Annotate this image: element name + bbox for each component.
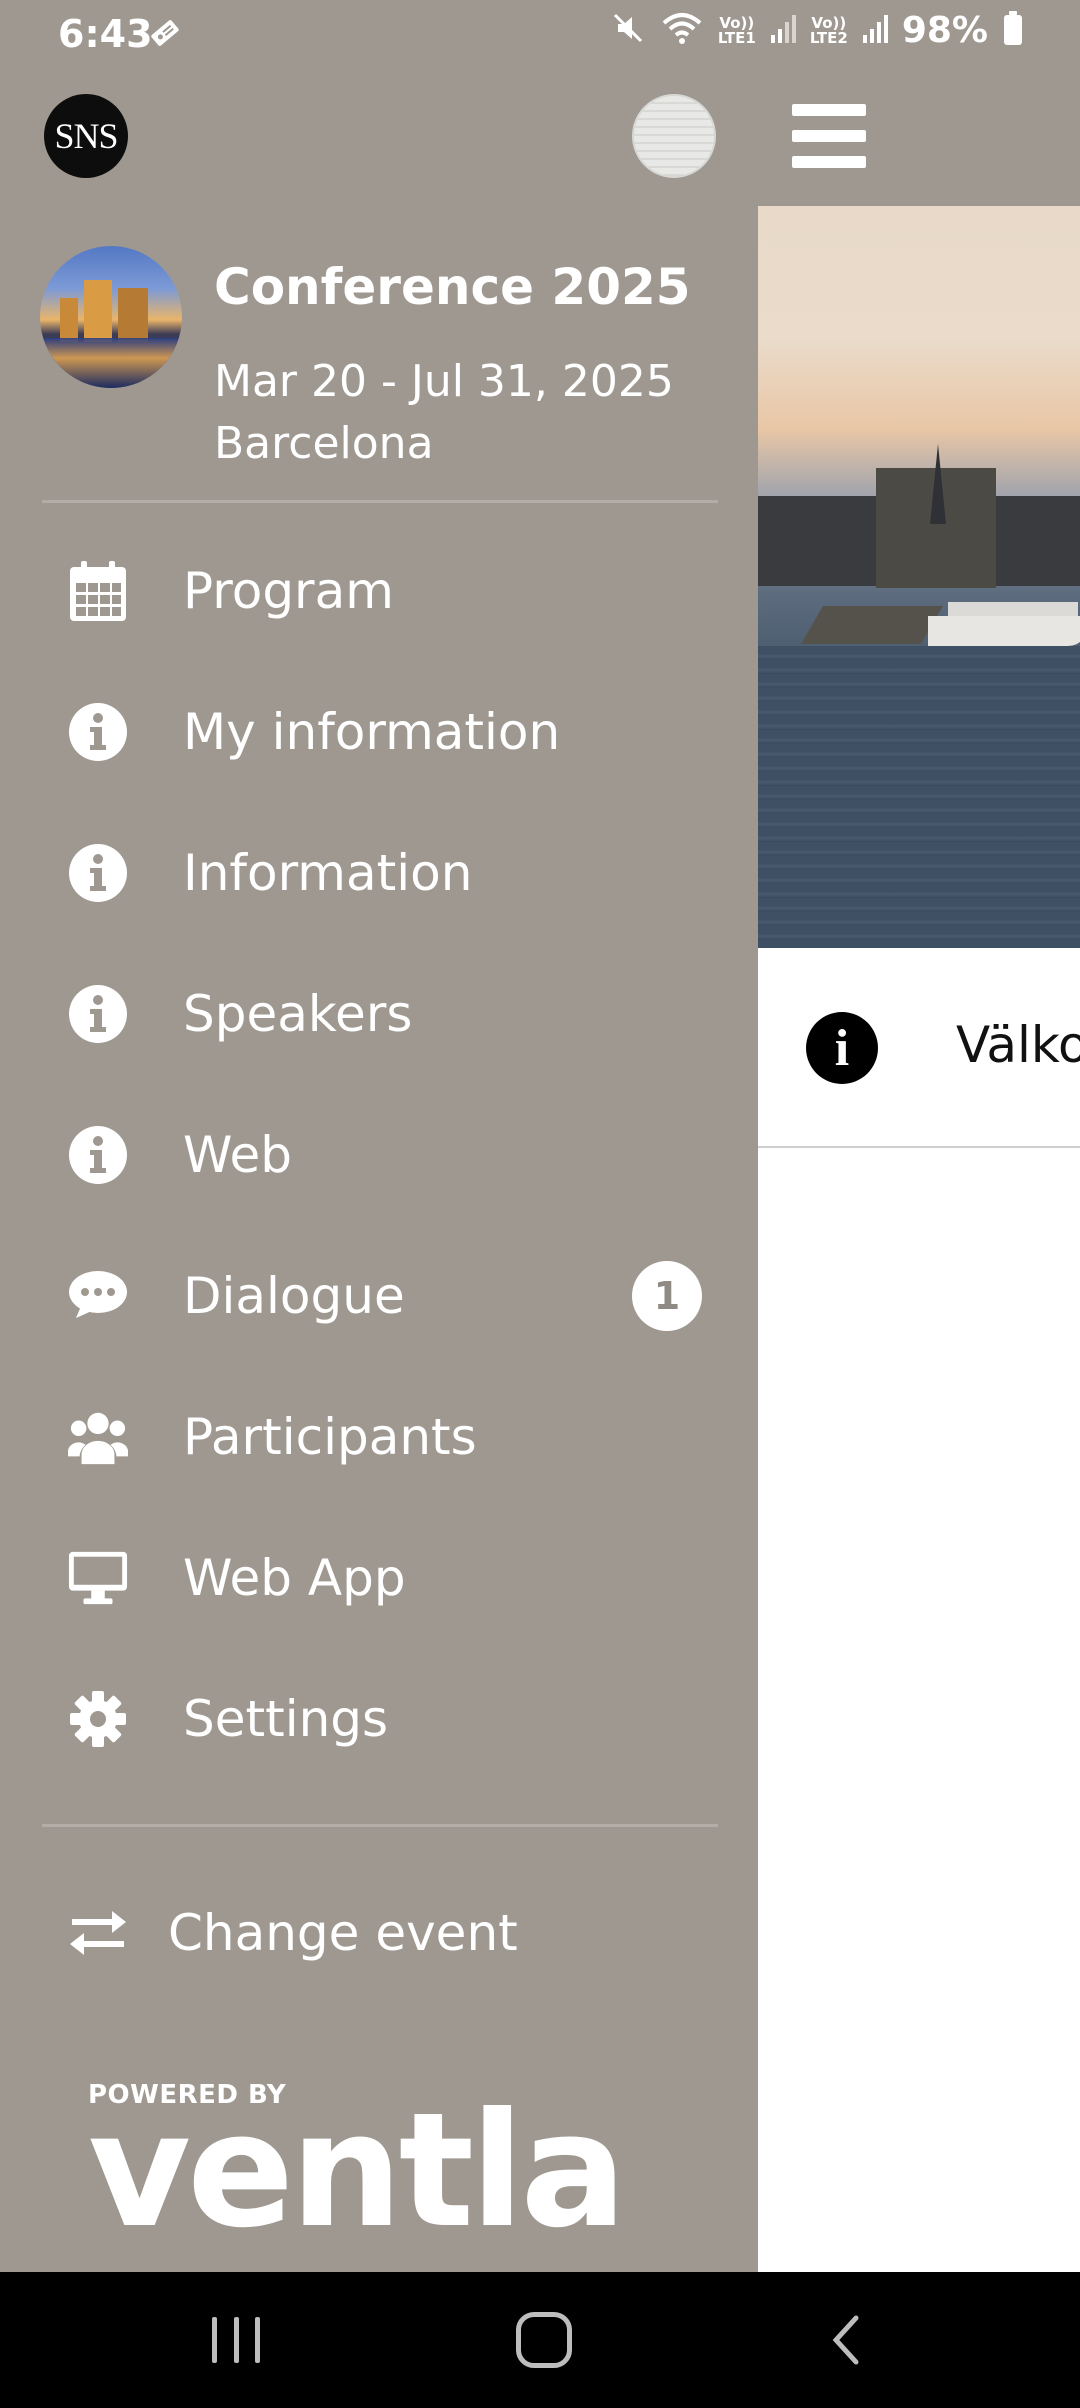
app-screen: 6:43 Vo)) LTE1 Vo)) LTE2 98% SNS i Välko… xyxy=(0,0,1080,2272)
recents-icon xyxy=(212,2317,217,2363)
swap-arrows-icon xyxy=(68,1903,128,1963)
chat-bubble-icon xyxy=(68,1266,128,1326)
main-content: i Välkommen xyxy=(758,206,1080,2272)
dialogue-unread-badge: 1 xyxy=(632,1260,702,1331)
event-location: Barcelona xyxy=(214,418,434,469)
nav-item-participants[interactable]: Participants xyxy=(0,1366,758,1507)
powered-by-ventla: POWERED BY ventla xyxy=(88,2079,627,2263)
nav-label-information: Information xyxy=(183,843,473,902)
event-title: Conference 2025 xyxy=(214,258,691,316)
hamburger-line xyxy=(792,104,866,116)
wifi-icon xyxy=(660,10,704,51)
calendar-icon xyxy=(68,560,128,621)
network-lte1: Vo)) LTE1 xyxy=(717,15,756,47)
battery-percent: 98% xyxy=(901,10,988,51)
hamburger-line xyxy=(792,156,866,168)
welcome-text: Välkommen xyxy=(956,1016,1080,1074)
monitor-icon xyxy=(68,1548,128,1608)
nav-label-dialogue: Dialogue xyxy=(183,1266,405,1325)
nav-label-participants: Participants xyxy=(183,1407,477,1466)
nav-item-dialogue[interactable]: Dialogue 1 xyxy=(0,1225,758,1366)
ventla-logo: ventla xyxy=(88,2079,627,2263)
thumb-building xyxy=(118,288,148,342)
users-icon xyxy=(68,1407,128,1467)
hamburger-line xyxy=(792,130,866,142)
divider xyxy=(42,1824,718,1827)
status-bar: 6:43 Vo)) LTE1 Vo)) LTE2 98% xyxy=(0,0,1080,72)
network-lte2: Vo)) LTE2 xyxy=(809,15,848,47)
change-event-button[interactable]: Change event xyxy=(0,1868,758,1998)
thumb-building xyxy=(84,280,112,342)
logo-text: SNS xyxy=(54,116,118,156)
hero-water xyxy=(758,646,1080,948)
nav-item-web-app[interactable]: Web App xyxy=(0,1507,758,1648)
recents-icon xyxy=(255,2317,260,2363)
hero-ship xyxy=(928,616,1080,646)
signal-icon-2 xyxy=(862,11,888,50)
home-button[interactable] xyxy=(516,2312,572,2368)
network-lte2-bottom: LTE2 xyxy=(809,28,848,47)
nav-label-web: Web xyxy=(183,1125,293,1184)
status-time: 6:43 xyxy=(58,12,153,56)
nav-item-speakers[interactable]: Speakers xyxy=(0,943,758,1084)
hamburger-menu-button[interactable] xyxy=(792,104,866,168)
event-header[interactable]: Conference 2025 Mar 20 - Jul 31, 2025 Ba… xyxy=(40,246,720,469)
nav-item-my-information[interactable]: My information xyxy=(0,661,758,802)
nav-item-settings[interactable]: Settings xyxy=(0,1648,758,1789)
info-icon xyxy=(68,843,128,903)
back-chevron-icon xyxy=(832,2315,859,2365)
nav-label-settings: Settings xyxy=(183,1689,389,1748)
nav-item-program[interactable]: Program xyxy=(0,520,758,661)
thumb-building xyxy=(60,298,78,342)
hero-quay xyxy=(801,606,943,644)
event-dates: Mar 20 - Jul 31, 2025 xyxy=(214,356,674,407)
recents-icon xyxy=(233,2317,239,2363)
change-event-label: Change event xyxy=(168,1904,518,1962)
info-icon: i xyxy=(806,1012,878,1084)
battery-icon xyxy=(1002,10,1024,51)
info-icon xyxy=(68,1125,128,1185)
hero-spire xyxy=(930,444,946,524)
user-avatar[interactable] xyxy=(632,94,716,178)
back-button[interactable] xyxy=(826,2312,886,2368)
sns-logo[interactable]: SNS xyxy=(44,94,128,178)
mute-icon xyxy=(610,10,646,51)
nav-label-my-information: My information xyxy=(183,702,561,761)
info-icon xyxy=(68,702,128,762)
notification-tag-icon xyxy=(148,16,182,55)
nav-label-web-app: Web App xyxy=(183,1548,406,1607)
system-navigation-bar xyxy=(0,2272,1080,2408)
nav-list: Program My information Information Speak… xyxy=(0,520,758,1789)
status-icons: Vo)) LTE1 Vo)) LTE2 98% xyxy=(610,10,1024,51)
nav-label-program: Program xyxy=(183,561,394,620)
nav-label-speakers: Speakers xyxy=(183,984,413,1043)
thumb-water xyxy=(40,338,182,388)
recents-button[interactable] xyxy=(212,2312,260,2368)
gear-icon xyxy=(68,1689,128,1749)
event-thumbnail xyxy=(40,246,182,388)
divider xyxy=(42,500,718,503)
info-icon xyxy=(68,984,128,1044)
nav-item-information[interactable]: Information xyxy=(0,802,758,943)
network-lte1-bottom: LTE1 xyxy=(717,28,756,47)
hero-image xyxy=(758,206,1080,948)
nav-item-web[interactable]: Web xyxy=(0,1084,758,1225)
welcome-row[interactable]: i Välkommen xyxy=(758,948,1080,1148)
navigation-drawer: Conference 2025 Mar 20 - Jul 31, 2025 Ba… xyxy=(0,200,758,2272)
signal-icon-1 xyxy=(770,11,796,50)
